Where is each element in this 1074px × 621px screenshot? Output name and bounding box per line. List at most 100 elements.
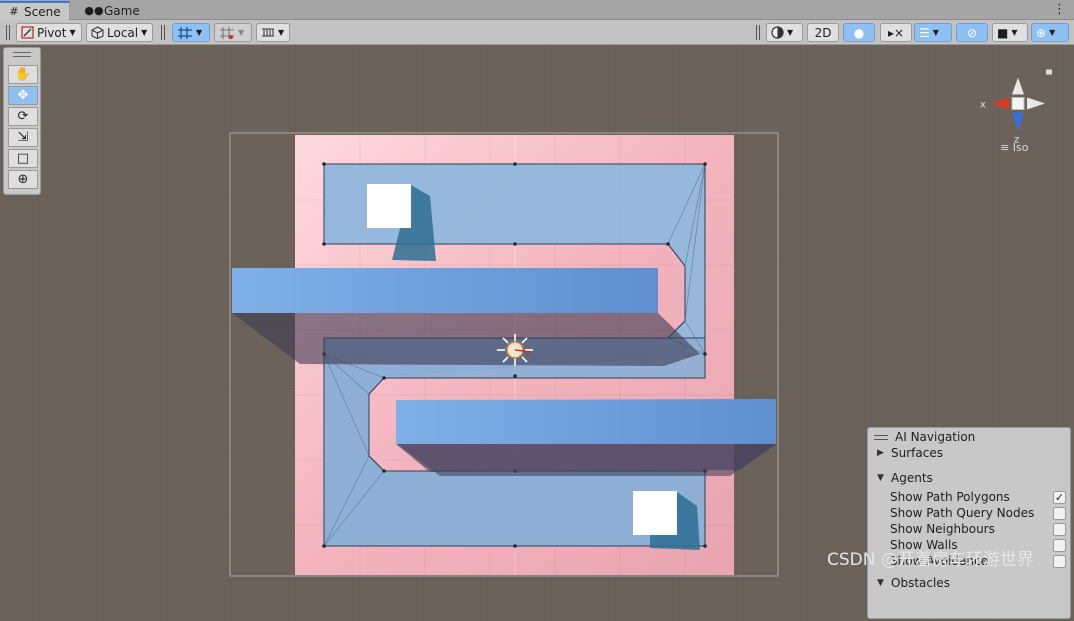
rotate-tool-button[interactable]: ⟳	[8, 107, 38, 126]
chevron-down-icon: ▼	[1049, 28, 1056, 37]
2d-toggle-button[interactable]: 2D	[807, 23, 839, 42]
obstacles-foldout[interactable]: ▼ Obstacles	[877, 576, 950, 590]
chevron-right-icon: ▶	[877, 448, 884, 458]
transform-icon: ⊕	[17, 172, 29, 187]
more-options-icon[interactable]: ⋮	[1053, 2, 1066, 17]
section-label: Agents	[891, 471, 933, 485]
checkbox-checked[interactable]: ✓	[1053, 490, 1066, 504]
option-show-neighbours[interactable]: Show Neighbours	[890, 521, 1066, 537]
tab-label: Scene	[24, 4, 61, 19]
tab-game[interactable]: ●● Game	[80, 1, 148, 20]
wall-upper	[232, 268, 658, 313]
hand-icon: ✋	[14, 67, 32, 82]
ruler-dropdown[interactable]: ▼	[256, 23, 290, 42]
shading-mode-dropdown[interactable]: ▼	[766, 23, 803, 42]
scene-viewport[interactable]: ✋ ✥ ⟳ ⇲ □ ⊕ x z ≡ Iso AI Navigation ▶ Su…	[0, 46, 1074, 621]
agents-foldout[interactable]: ▼ Agents	[877, 471, 933, 485]
chevron-down-icon: ▼	[278, 28, 285, 37]
tab-scene[interactable]: # Scene	[0, 1, 70, 20]
lighting-toggle-button[interactable]: ●	[843, 23, 875, 42]
scale-tool-button[interactable]: ⇲	[8, 128, 38, 147]
x-axis-cone[interactable]	[991, 97, 1009, 110]
chevron-down-icon: ▼	[196, 28, 203, 37]
tools-overlay: ✋ ✥ ⟳ ⇲ □ ⊕	[3, 47, 41, 195]
2d-label: 2D	[814, 25, 832, 40]
rotate-icon: ⟳	[17, 109, 29, 124]
watermark: CSDN @开着房车环游世界	[827, 550, 1034, 570]
pivot-dropdown[interactable]: Pivot ▼	[16, 23, 82, 42]
overlay-header[interactable]: AI Navigation	[874, 430, 975, 444]
checkbox[interactable]	[1053, 506, 1066, 520]
scale-icon: ⇲	[17, 130, 29, 145]
hidden-eye-icon: ⊘	[966, 25, 978, 40]
projection-toggle[interactable]: ≡ Iso	[1000, 141, 1028, 154]
gizmos-dropdown[interactable]: ⊕ ▼	[1031, 23, 1069, 42]
obstacle-box	[367, 184, 411, 228]
drag-handle[interactable]	[874, 434, 888, 440]
chevron-down-icon: ▼	[877, 473, 884, 483]
rect-tool-button[interactable]: □	[8, 149, 38, 168]
ai-navigation-overlay: AI Navigation ▶ Surfaces ▼ Agents Show P…	[867, 427, 1071, 619]
layers-icon: ☰	[919, 25, 930, 40]
increment-snapping-button[interactable]: ▼	[214, 23, 252, 42]
move-arrows-icon: ✥	[17, 88, 29, 103]
checkbox[interactable]	[1053, 538, 1066, 552]
move-tool-button[interactable]: ✥	[8, 86, 38, 105]
shading-sphere-icon	[771, 26, 784, 39]
grid-snapping-button[interactable]: ▼	[172, 23, 210, 42]
ruler-icon	[262, 28, 274, 37]
cube-icon	[91, 26, 104, 39]
local-dropdown[interactable]: Local ▼	[86, 23, 153, 42]
hash-grid-icon: #	[9, 5, 19, 18]
drag-handle[interactable]	[13, 52, 31, 57]
effects-dropdown[interactable]: ☰ ▼	[914, 23, 952, 42]
chevron-down-icon: ▼	[932, 28, 939, 37]
section-label: Obstacles	[891, 576, 950, 590]
globe-icon: ⊕	[1036, 25, 1047, 40]
camera-dropdown[interactable]: ■ ▼	[992, 23, 1028, 42]
section-label: Surfaces	[891, 446, 943, 460]
rect-icon: □	[16, 151, 30, 166]
obstacle-box	[633, 491, 677, 535]
camera-icon: ■	[997, 25, 1009, 40]
chevron-down-icon: ▼	[238, 28, 245, 37]
option-show-path-polygons[interactable]: Show Path Polygons ✓	[890, 489, 1066, 505]
local-label: Local	[107, 25, 139, 40]
chevron-down-icon: ▼	[787, 28, 794, 37]
chevron-down-icon: ▼	[1011, 28, 1018, 37]
tab-label: Game	[104, 3, 140, 18]
transform-tool-button[interactable]: ⊕	[8, 170, 38, 189]
option-label: Show Neighbours	[890, 522, 995, 536]
hand-tool-button[interactable]: ✋	[8, 65, 38, 84]
grid-snap-icon	[178, 26, 192, 39]
scene-visibility-button[interactable]: ⊘	[956, 23, 988, 42]
wall-lower	[396, 399, 776, 444]
increment-snap-icon	[220, 26, 234, 39]
checkbox[interactable]	[1053, 522, 1066, 536]
tab-bar: # Scene ●● Game ⋮	[0, 0, 1074, 20]
menu-lines-icon: ≡	[1000, 141, 1010, 154]
wall-shadow	[232, 313, 700, 366]
z-axis-cone[interactable]	[1012, 112, 1024, 132]
gamepad-icon: ●●	[84, 4, 104, 17]
separator	[161, 25, 165, 40]
scene-toolbar: Pivot ▼ Local ▼ ▼ ▼ ▼ ▼ 2D ● ▸× ☰ ▼ ⊘ ■ …	[0, 20, 1074, 45]
mute-speaker-icon: ▸×	[887, 25, 905, 40]
overlay-title: AI Navigation	[895, 430, 976, 444]
separator	[756, 25, 760, 40]
option-label: Show Path Polygons	[890, 490, 1010, 504]
option-show-path-query-nodes[interactable]: Show Path Query Nodes	[890, 505, 1066, 521]
chevron-down-icon: ▼	[877, 578, 884, 588]
lightbulb-icon: ●	[853, 25, 865, 40]
projection-label: Iso	[1012, 141, 1029, 154]
pivot-label: Pivot	[37, 25, 67, 40]
lock-icon[interactable]	[1046, 69, 1052, 75]
checkbox[interactable]	[1053, 554, 1066, 568]
chevron-down-icon: ▼	[141, 28, 148, 37]
surfaces-foldout[interactable]: ▶ Surfaces	[877, 446, 943, 460]
drag-handle[interactable]	[6, 25, 10, 40]
x-axis-label: x	[980, 100, 986, 111]
chevron-down-icon: ▼	[69, 28, 76, 37]
audio-toggle-button[interactable]: ▸×	[880, 23, 912, 42]
option-label: Show Path Query Nodes	[890, 506, 1035, 520]
